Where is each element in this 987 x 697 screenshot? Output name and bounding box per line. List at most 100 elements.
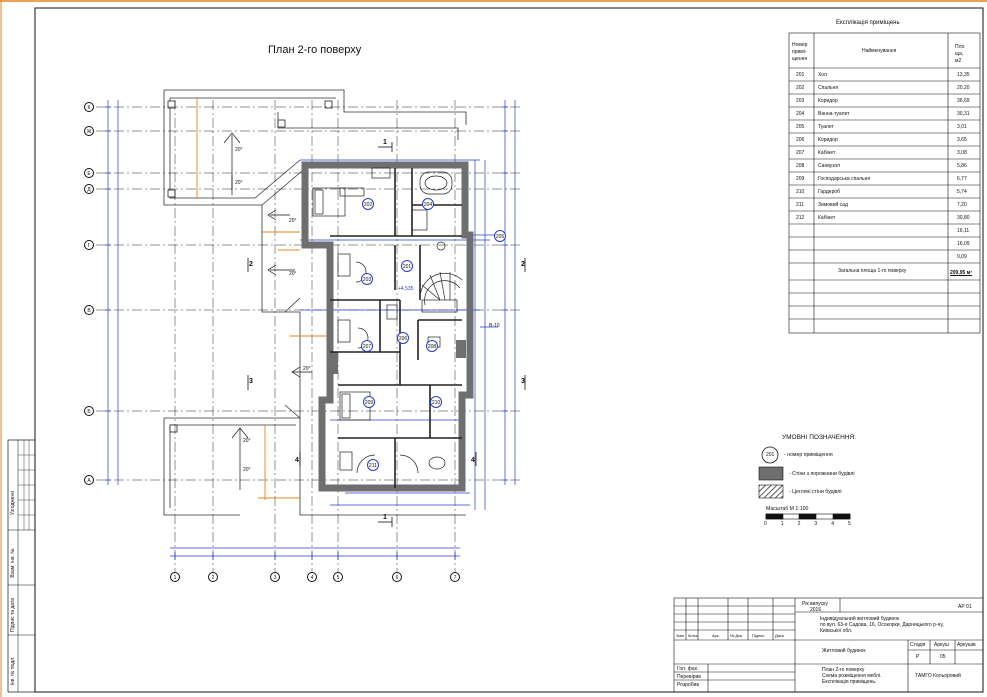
- col-head-3: № Док.: [730, 633, 744, 638]
- row-axis-4: Г: [84, 240, 94, 250]
- row-number: 204: [796, 111, 805, 117]
- role-0: Гол. фах.: [677, 666, 699, 672]
- section-label-5: 3: [521, 378, 525, 385]
- explication-title: Експлікація приміщень: [836, 20, 900, 26]
- exterior-walls: [301, 161, 474, 492]
- row-number: 207: [796, 150, 805, 156]
- room-mark-201: 201: [401, 260, 413, 272]
- scale-bar: [765, 513, 851, 520]
- head-area-1: ща,: [955, 51, 964, 57]
- col-head-1: Кільк.: [688, 633, 699, 638]
- row-name: Санвузол: [818, 163, 841, 169]
- row-area: 3,01: [957, 124, 967, 130]
- col-head-2: Арк.: [712, 633, 720, 638]
- row-area: 6,77: [957, 176, 967, 182]
- room-mark-203: 203: [361, 273, 373, 285]
- row-number: 205: [796, 124, 805, 130]
- section-label-1: 1: [383, 514, 387, 521]
- col-axis-4: 5: [333, 572, 343, 582]
- floor-plan-drawing: [0, 0, 987, 697]
- company-name: ТАМГО Кольоровий: [915, 673, 961, 679]
- room-mark-211: 211: [367, 459, 379, 471]
- row-axis-3: Д: [84, 184, 94, 194]
- row-name: Хол: [818, 72, 827, 78]
- room-mark-205: 205: [494, 230, 506, 242]
- side-stamp-3: Інв. № подл.: [10, 656, 16, 686]
- section-label-0: 1: [383, 139, 387, 146]
- row-number: 211: [796, 202, 804, 208]
- section-label-2: 2: [249, 261, 253, 268]
- scale-tick-2: 2: [797, 521, 801, 527]
- room-mark-210: 210: [430, 396, 442, 408]
- level-mark: +4,535: [398, 286, 414, 292]
- row-number: 206: [796, 137, 805, 143]
- head-name: Найменування: [862, 48, 897, 54]
- slope-label-4: 20°: [303, 366, 311, 372]
- total-value: 209,95 м²: [950, 270, 973, 276]
- col-head-4: Підпис: [752, 633, 765, 638]
- col-axis-6: 7: [450, 572, 460, 582]
- stage-val-0: Р: [916, 654, 920, 660]
- legend-partition-text: - Цегляні стіни будівлі: [789, 489, 842, 495]
- row-area: 7,20: [957, 202, 967, 208]
- legend-room-symbol: 201: [766, 452, 775, 458]
- head-area-2: м2: [955, 58, 962, 64]
- row-number: 203: [796, 98, 805, 104]
- room-mark-209: 209: [363, 396, 375, 408]
- row-area: 5,86: [957, 163, 967, 169]
- row-axis-7: А: [84, 475, 94, 485]
- room-mark-207: 207: [361, 340, 373, 352]
- row-axis-5: В: [84, 305, 94, 315]
- row-area: 16,11: [957, 228, 970, 234]
- row-name: Зимовий сад: [818, 202, 848, 208]
- scale-tick-3: 3: [814, 521, 818, 527]
- row-area: 3,08: [957, 150, 967, 156]
- plan-title: План 2-го поверху: [268, 44, 362, 56]
- room-mark-202: 202: [362, 198, 374, 210]
- stage-head-2: Аркушів: [957, 642, 976, 648]
- row-name: Кабінет: [818, 150, 836, 156]
- legend-wall-text: - Стіни з порожнини будівлі: [789, 471, 855, 477]
- row-number: 212: [796, 215, 805, 221]
- section-arrows: [247, 142, 526, 527]
- scale-tick-0: 0: [764, 521, 767, 527]
- row-area: 16,09: [957, 241, 970, 247]
- room-mark-208: 208: [426, 340, 438, 352]
- stage-head-1: Аркуш: [934, 642, 949, 648]
- room-mark-206: 206: [397, 332, 409, 344]
- row-area: 13,35: [957, 72, 970, 78]
- scale-label: Масштаб М 1:100: [766, 506, 809, 512]
- slope-label-2: 20°: [289, 218, 297, 224]
- object-name: Житловий будинок: [822, 648, 866, 654]
- col-head-5: Дата: [775, 633, 784, 638]
- row-name: Коридор: [818, 98, 838, 104]
- col-axis-2: 3: [270, 572, 280, 582]
- row-area: 5,74: [957, 189, 967, 195]
- row-name: Ванна-туалет: [818, 111, 850, 117]
- total-label-1: Загальна площа 1-го поверху: [838, 268, 907, 274]
- row-name: Гардероб: [818, 189, 840, 195]
- row-name: Спальня: [818, 85, 839, 91]
- side-stamp-1: Взам. інв. №: [10, 548, 16, 578]
- col-axis-1: 2: [208, 572, 218, 582]
- room-mark-204: 204: [422, 198, 434, 210]
- roof-outline: [163, 89, 467, 516]
- col-axis-0: 1: [170, 572, 180, 582]
- scale-tick-1: 1: [780, 521, 784, 527]
- head-area-0: Пло: [955, 44, 965, 50]
- drawing-sheet: План 2-го поверху КЖЕДГВБА 1234567 202 20…: [0, 0, 987, 697]
- stage-val-1: 05: [940, 654, 946, 660]
- section-label-6: 4: [295, 457, 299, 464]
- col-axis-3: 4: [307, 572, 317, 582]
- row-area: 30,31: [957, 111, 970, 117]
- row-number: 209: [796, 176, 805, 182]
- slope-label-1: 20°: [235, 180, 243, 186]
- row-axis-1: Ж: [84, 126, 94, 136]
- section-label-4: 3: [249, 378, 253, 385]
- row-area: 30,80: [957, 215, 970, 221]
- row-axis-2: Е: [84, 168, 94, 178]
- legend-title: УМОВНІ ПОЗНАЧЕННЯ:: [782, 434, 856, 441]
- explication-table: [788, 32, 981, 334]
- row-area: 20,20: [957, 85, 970, 91]
- scale-tick-4: 4: [831, 521, 834, 527]
